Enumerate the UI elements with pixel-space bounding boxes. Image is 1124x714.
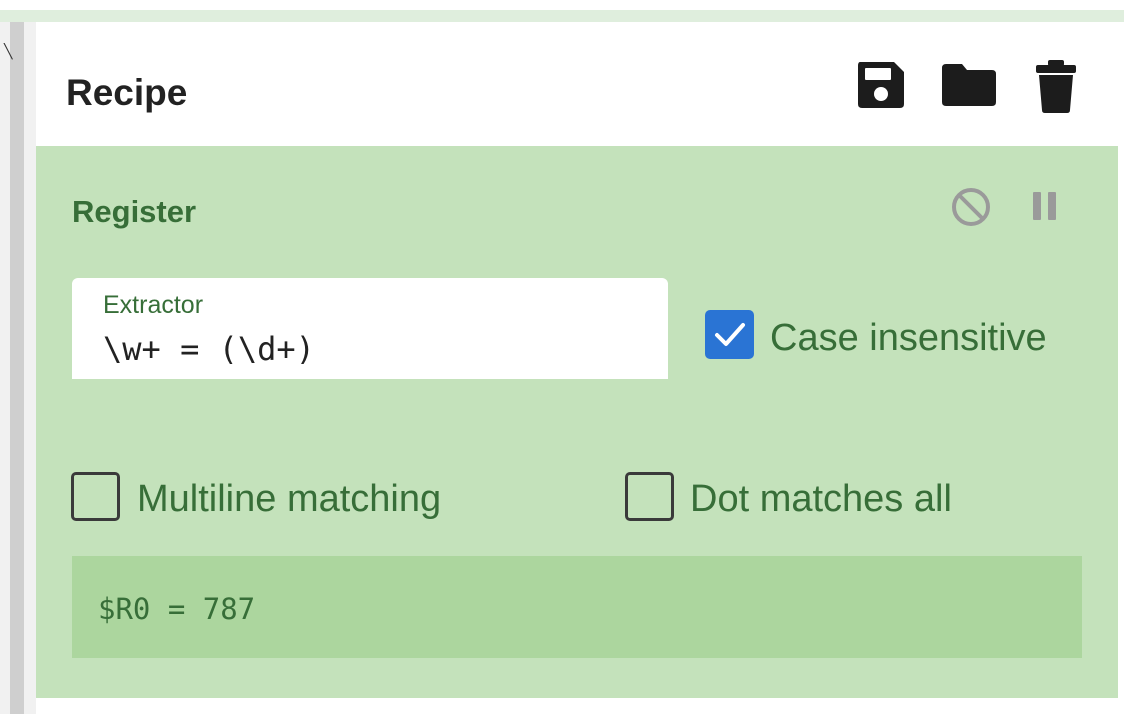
previous-operation-edge [0, 10, 1124, 22]
operation-title: Register [72, 194, 197, 229]
extractor-input[interactable]: \w+ = (\d+) [103, 330, 315, 368]
disable-icon[interactable] [950, 186, 992, 233]
case-insensitive-checkbox[interactable] [705, 310, 754, 359]
dot-matches-all-checkbox[interactable] [625, 472, 674, 521]
gutter-mark: ╲ [4, 44, 13, 60]
bottom-strip [36, 698, 1118, 714]
recipe-title: Recipe [66, 72, 188, 113]
dot-matches-all-label[interactable]: Dot matches all [690, 478, 952, 521]
gutter-divider[interactable] [10, 22, 24, 714]
operation-register: Register Extractor \w+ = (\d+) Case inse… [36, 146, 1118, 698]
trash-icon[interactable] [1034, 60, 1078, 119]
extractor-field[interactable]: Extractor \w+ = (\d+) [72, 278, 668, 379]
left-gutter: ╲ [0, 22, 36, 714]
save-icon[interactable] [856, 60, 906, 115]
recipe-header: Recipe [36, 22, 1118, 147]
case-insensitive-label[interactable]: Case insensitive [770, 317, 1047, 360]
multiline-matching-checkbox[interactable] [71, 472, 120, 521]
pause-icon[interactable] [1030, 190, 1060, 227]
register-output-text: $R0 = 787 [98, 592, 256, 626]
folder-icon[interactable] [940, 60, 998, 115]
checkmark-icon [715, 323, 745, 346]
extractor-label: Extractor [103, 291, 204, 319]
multiline-matching-label[interactable]: Multiline matching [137, 478, 441, 521]
top-strip [0, 0, 1124, 10]
register-output: $R0 = 787 [72, 556, 1082, 658]
